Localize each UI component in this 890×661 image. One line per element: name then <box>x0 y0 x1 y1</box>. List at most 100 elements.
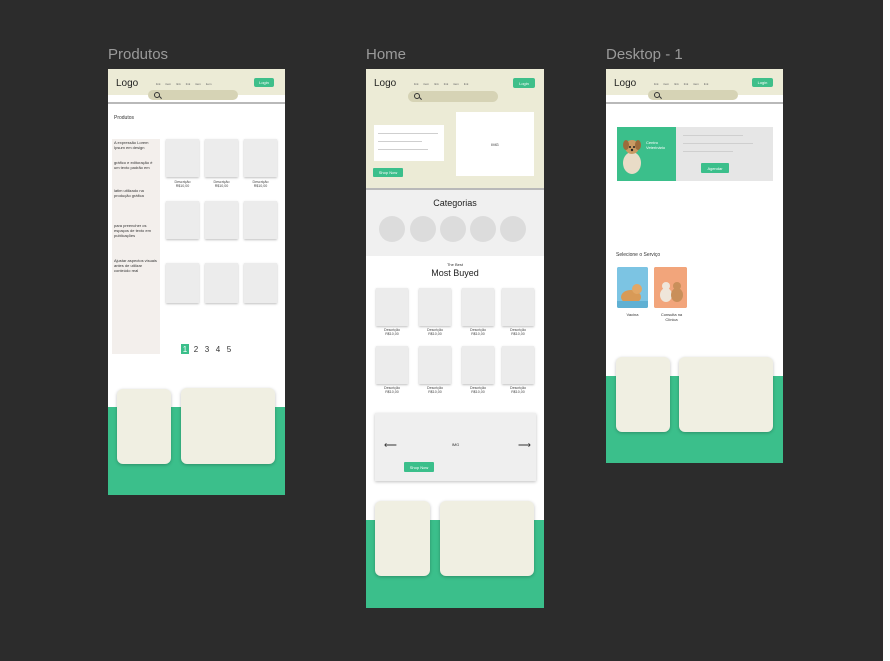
pagination-page[interactable]: 3 <box>203 344 211 354</box>
sidebar-text: latim utilizado na produção gráfica <box>114 188 144 198</box>
search-input[interactable] <box>408 91 498 102</box>
pagination-page[interactable]: 2 <box>192 344 200 354</box>
product-card[interactable] <box>376 346 408 384</box>
footer-card <box>616 357 670 432</box>
frame-desktop[interactable]: Logo link item link link item link Login <box>606 69 783 463</box>
login-button[interactable]: Login <box>752 78 773 87</box>
nav-link[interactable]: link <box>704 82 709 86</box>
category-item[interactable] <box>379 216 405 242</box>
frame-title-home[interactable]: Home <box>366 46 406 63</box>
search-icon <box>414 93 420 99</box>
nav-link[interactable]: item <box>453 82 459 86</box>
product-desc: Descrição R$10,00 <box>384 328 400 336</box>
nav-link[interactable]: item <box>664 82 670 86</box>
search-input[interactable] <box>148 90 238 100</box>
product-card[interactable] <box>166 263 199 303</box>
carousel-next-arrow[interactable]: ⟶ <box>518 440 531 451</box>
footer-card <box>679 357 773 432</box>
hero-banner: Centro Veterinário Agendar <box>617 127 773 181</box>
hero-text: Centro Veterinário <box>646 140 666 150</box>
nav-link[interactable]: item <box>166 82 172 86</box>
sidebar-text: A expressão Lorem Ipsum em design <box>114 140 149 150</box>
service-label: Vacina <box>626 312 639 317</box>
product-card[interactable] <box>244 201 277 239</box>
login-button[interactable]: Login <box>513 78 535 88</box>
nav-link[interactable]: link <box>674 82 679 86</box>
search-input[interactable] <box>648 90 738 100</box>
category-item[interactable] <box>440 216 466 242</box>
product-desc: Descrição R$10,00 <box>174 180 191 188</box>
pagination-page[interactable]: 5 <box>225 344 233 354</box>
product-card[interactable] <box>376 288 408 326</box>
nav-links: link item link link item item <box>156 82 212 86</box>
category-item[interactable] <box>470 216 496 242</box>
hero-image: IMG <box>456 112 534 176</box>
product-card[interactable] <box>244 139 277 177</box>
product-card[interactable] <box>502 346 534 384</box>
product-card[interactable] <box>244 263 277 303</box>
carousel-image-label: IMG <box>451 442 460 447</box>
product-desc: Descrição R$10,00 <box>427 386 443 394</box>
nav-link[interactable]: link <box>414 82 419 86</box>
nav-link[interactable]: link <box>186 82 191 86</box>
service-vacina[interactable] <box>617 267 648 308</box>
product-card[interactable] <box>205 201 238 239</box>
sidebar-panel: A expressão Lorem Ipsum em design gráfic… <box>112 139 160 354</box>
window-edge <box>883 0 890 661</box>
frame-title-desktop[interactable]: Desktop - 1 <box>606 46 683 63</box>
sidebar-text: para preencher os espaços de texto em pu… <box>114 223 151 238</box>
footer-card <box>440 501 534 576</box>
product-desc: Descrição R$10,00 <box>470 386 486 394</box>
text-line <box>378 149 428 150</box>
product-card[interactable] <box>419 288 451 326</box>
product-card[interactable] <box>205 139 238 177</box>
product-card[interactable] <box>166 201 199 239</box>
nav-link[interactable]: item <box>424 82 430 86</box>
text-line <box>683 135 743 136</box>
nav-link[interactable]: link <box>176 82 181 86</box>
divider <box>606 102 783 104</box>
nav-link[interactable]: link <box>654 82 659 86</box>
service-consulta[interactable] <box>654 267 687 308</box>
logo[interactable]: Logo <box>116 78 138 89</box>
nav-link[interactable]: item <box>693 82 699 86</box>
footer-card <box>117 389 171 464</box>
product-card[interactable] <box>502 288 534 326</box>
frame-produtos[interactable]: Logo link item link link item item Login… <box>108 69 285 495</box>
shop-now-button[interactable]: Shop Now <box>373 168 403 177</box>
nav-link[interactable]: item <box>195 82 201 86</box>
nav-link[interactable]: link <box>684 82 689 86</box>
hero-image-label: IMG <box>491 141 499 147</box>
design-canvas: Produtos Logo link item link link item i… <box>0 0 883 661</box>
nav-link[interactable]: item <box>206 82 212 86</box>
pagination-page[interactable]: 4 <box>214 344 222 354</box>
logo[interactable]: Logo <box>614 78 636 89</box>
text-line <box>683 143 753 144</box>
frame-home[interactable]: Logo link item link link item link Login… <box>366 69 544 608</box>
logo[interactable]: Logo <box>374 78 396 89</box>
nav-link[interactable]: link <box>464 82 469 86</box>
product-card[interactable] <box>462 346 494 384</box>
category-item[interactable] <box>410 216 436 242</box>
category-item[interactable] <box>500 216 526 242</box>
nav-link[interactable]: link <box>434 82 439 86</box>
product-desc: Descrição R$10,00 <box>470 328 486 336</box>
text-line <box>378 141 422 142</box>
product-card[interactable] <box>419 346 451 384</box>
agendar-button[interactable]: Agendar <box>701 163 729 173</box>
login-button[interactable]: Login <box>254 78 274 87</box>
nav-links: link item link link item link <box>414 82 468 86</box>
shop-now-button[interactable]: Shop Now <box>404 462 434 472</box>
product-card[interactable] <box>205 263 238 303</box>
nav-link[interactable]: link <box>156 82 161 86</box>
dog-image <box>617 267 648 308</box>
pagination-page[interactable]: 1 <box>181 344 189 354</box>
footer-card <box>375 501 430 576</box>
frame-title-produtos[interactable]: Produtos <box>108 46 168 63</box>
nav-link[interactable]: link <box>444 82 449 86</box>
product-card[interactable] <box>462 288 494 326</box>
nav-links: link item link link item link <box>654 82 708 86</box>
service-heading: Selecione o Serviço <box>616 252 661 258</box>
product-desc: Descrição R$10,00 <box>252 180 269 188</box>
product-card[interactable] <box>166 139 199 177</box>
